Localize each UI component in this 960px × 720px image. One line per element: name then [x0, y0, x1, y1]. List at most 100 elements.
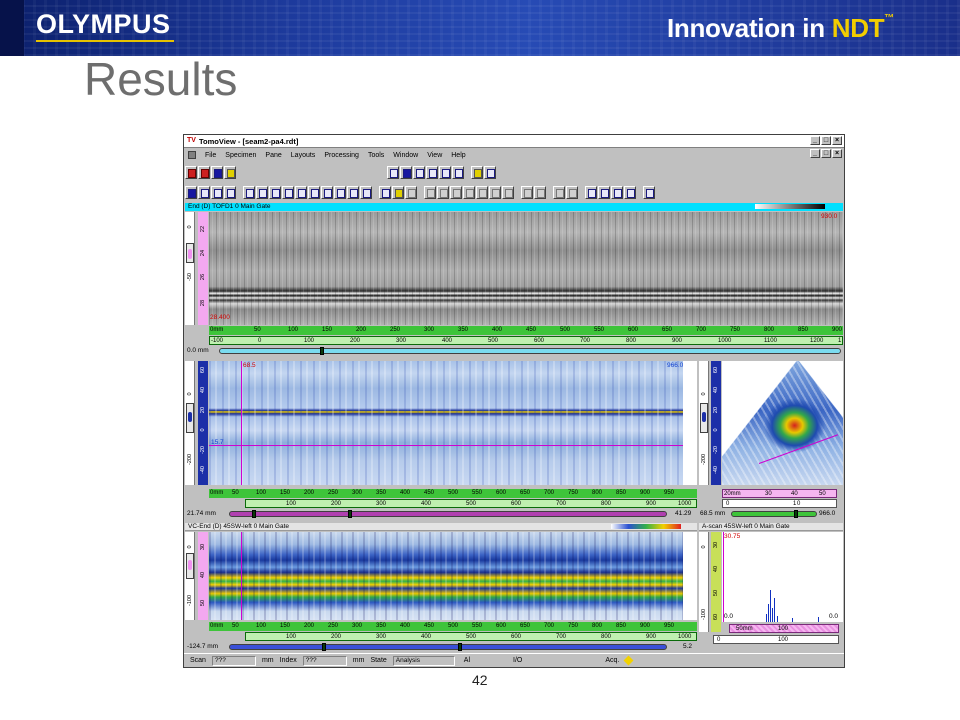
table-2-icon[interactable]: [598, 185, 610, 199]
table-3-icon[interactable]: [611, 185, 623, 199]
sector-ruler-bottom[interactable]: 0 1 0: [722, 499, 837, 508]
bscan-ruler-bottom[interactable]: 100 200 300 400 500 600 700 800 900 1000: [245, 499, 697, 508]
doc-restore-button[interactable]: □: [821, 149, 831, 158]
vc-ruler-top[interactable]: 0mm 50 100 150 200 250 300 350 400 450 5…: [209, 622, 697, 631]
ascan-depth-scale: 30 40 50 60: [711, 532, 721, 632]
menu-layouts[interactable]: Layouts: [291, 152, 316, 159]
layout-icon[interactable]: [426, 165, 438, 179]
table-4-icon[interactable]: [624, 185, 636, 199]
bscan-gain-slider[interactable]: [186, 403, 194, 433]
pointer-icon[interactable]: [211, 185, 223, 199]
tofd-scan-image[interactable]: [209, 212, 843, 325]
sector-scan-image[interactable]: [722, 361, 843, 485]
bscan-ruler-top[interactable]: 0mm 50 100 150 200 250 300 350 400 450 5…: [209, 489, 697, 498]
table-1-icon[interactable]: [585, 185, 597, 199]
view-6-icon[interactable]: [308, 185, 320, 199]
tofd-ruler-top[interactable]: 0mm 50 100 150 200 250 300 350 400 450 5…: [209, 326, 843, 335]
calibrate-1-icon[interactable]: [521, 185, 533, 199]
overlay-icon[interactable]: [643, 185, 655, 199]
cursor-icon[interactable]: [347, 185, 359, 199]
check-icon[interactable]: [387, 165, 399, 179]
process-6-icon[interactable]: [489, 185, 501, 199]
color-icon[interactable]: [224, 185, 236, 199]
pane-layout-icon[interactable]: [439, 165, 451, 179]
brush-icon[interactable]: [553, 185, 565, 199]
save-icon[interactable]: [400, 165, 412, 179]
grid-icon[interactable]: [452, 165, 464, 179]
process-2-icon[interactable]: [437, 185, 449, 199]
bscan-cursor-line[interactable]: [241, 361, 242, 485]
menu-file[interactable]: File: [205, 152, 216, 159]
bscan-image[interactable]: [209, 361, 683, 485]
minimize-button[interactable]: _: [810, 136, 820, 145]
menu-processing[interactable]: Processing: [324, 152, 359, 159]
acquisition-icon[interactable]: [185, 165, 197, 179]
open-folder-icon[interactable]: [392, 185, 404, 199]
view-5-icon[interactable]: [295, 185, 307, 199]
zoom-icon[interactable]: [185, 185, 197, 199]
vc-ruler-bottom[interactable]: 100 200 300 400 500 600 700 800 900 1000: [245, 632, 697, 641]
probe-icon[interactable]: [211, 165, 223, 179]
tofd-gain-knob[interactable]: [188, 249, 192, 259]
ascan-ruler-bottom[interactable]: 0 100: [713, 635, 839, 644]
ascan-gate-line[interactable]: [723, 532, 724, 622]
doc-minimize-button[interactable]: _: [810, 149, 820, 158]
menu-pane[interactable]: Pane: [265, 152, 281, 159]
tofd-scroll-thumb[interactable]: [320, 347, 324, 355]
print-icon[interactable]: [413, 165, 425, 179]
help-icon[interactable]: [471, 165, 483, 179]
view-1-icon[interactable]: [243, 185, 255, 199]
bscan-gain-knob[interactable]: [188, 412, 192, 422]
tofd-ruler-bottom[interactable]: -100 0 100 200 300 400 500 600 700 800 9…: [209, 336, 843, 345]
bscan-reference-line[interactable]: [209, 445, 683, 446]
process-4-icon[interactable]: [463, 185, 475, 199]
sector-scroll-thumb[interactable]: [794, 510, 798, 518]
report-icon[interactable]: [379, 185, 391, 199]
tofd-gain-slider[interactable]: [186, 243, 194, 263]
bscan-scroll-thumb-left[interactable]: [252, 510, 256, 518]
view-7-icon[interactable]: [321, 185, 333, 199]
close-button[interactable]: ×: [832, 136, 842, 145]
maximize-button[interactable]: □: [821, 136, 831, 145]
doc-close-button[interactable]: ×: [832, 149, 842, 158]
bscan-scroll-bar[interactable]: [229, 510, 667, 518]
vc-cursor-line[interactable]: [241, 532, 242, 620]
process-1-icon[interactable]: [424, 185, 436, 199]
pen-icon[interactable]: [566, 185, 578, 199]
cross-icon[interactable]: [334, 185, 346, 199]
process-3-icon[interactable]: [450, 185, 462, 199]
line-icon[interactable]: [198, 185, 210, 199]
vc-scroll-bar[interactable]: [229, 643, 667, 651]
menu-view[interactable]: View: [427, 152, 442, 159]
menu-specimen[interactable]: Specimen: [225, 152, 256, 159]
context-help-icon[interactable]: [484, 165, 496, 179]
sector-gain-knob[interactable]: [702, 412, 706, 422]
vc-scan-image[interactable]: [209, 532, 683, 620]
measure-icon[interactable]: [360, 185, 372, 199]
tofd-scroll-bar[interactable]: [219, 347, 841, 355]
export-icon[interactable]: [405, 185, 417, 199]
view-4-icon[interactable]: [282, 185, 294, 199]
bscan-scroll-thumb-right[interactable]: [348, 510, 352, 518]
calibrate-2-icon[interactable]: [534, 185, 546, 199]
ascan-plot[interactable]: [722, 532, 843, 622]
sector-gain-slider[interactable]: [700, 403, 708, 433]
document-icon[interactable]: [188, 151, 196, 159]
menu-help[interactable]: Help: [451, 152, 465, 159]
menu-tools[interactable]: Tools: [368, 152, 384, 159]
tomoview-icon[interactable]: [198, 165, 210, 179]
vc-gain-knob[interactable]: [188, 560, 192, 570]
process-5-icon[interactable]: [476, 185, 488, 199]
menu-window[interactable]: Window: [393, 152, 418, 159]
vc-scroll-thumb-right[interactable]: [458, 643, 462, 651]
window-titlebar[interactable]: TV TomoView - [seam2-pa4.rdt] _ □ ×: [184, 135, 844, 148]
process-7-icon[interactable]: [502, 185, 514, 199]
ascan-ruler-top[interactable]: 50mm 100: [729, 624, 839, 633]
vc-scroll-thumb-left[interactable]: [322, 643, 326, 651]
palette-icon[interactable]: [224, 165, 236, 179]
sector-ruler-top[interactable]: 20mm 30 40 50: [722, 489, 837, 498]
vc-gain-slider[interactable]: [186, 553, 194, 579]
view-3-icon[interactable]: [269, 185, 281, 199]
view-2-icon[interactable]: [256, 185, 268, 199]
sector-scroll-bar[interactable]: [731, 510, 817, 518]
